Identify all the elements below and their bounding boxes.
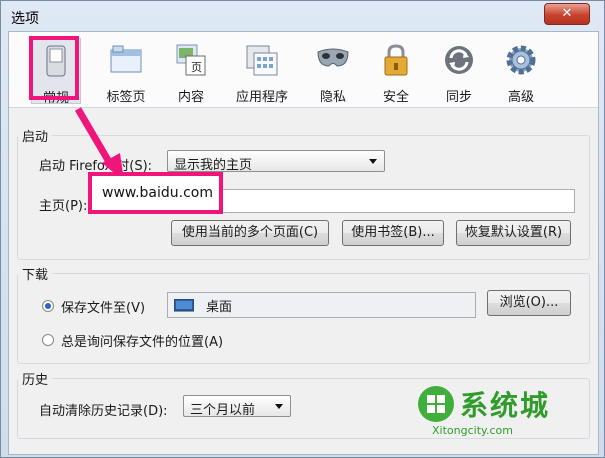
sync-icon (445, 46, 473, 74)
tab-label: 标签页 (106, 90, 146, 105)
startup-when-value: 显示我的主页 (174, 158, 253, 173)
history-clear-label: 自动清除历史记录(D): (39, 404, 168, 419)
always-ask-radio[interactable] (42, 334, 54, 346)
padlock-icon (384, 44, 408, 76)
general-tab-highlight (29, 36, 79, 100)
tab-content[interactable]: 页 内容 (163, 38, 219, 105)
history-clear-select[interactable]: 三个月以前 (183, 395, 291, 418)
watermark-text: 系统城 (460, 389, 551, 422)
gear-icon (506, 45, 536, 75)
mask-icon (317, 48, 349, 67)
watermark-url: Xitongcity.com (432, 424, 513, 437)
use-bookmark-button[interactable]: 使用书签(B)... (342, 220, 444, 246)
title-bar: 选项 ✕ (1, 1, 604, 31)
save-to-label: 保存文件至(V) (61, 301, 146, 316)
chevron-down-icon (369, 159, 377, 164)
tabs-icon (110, 45, 142, 73)
content-page-icon: 页 (176, 44, 206, 76)
download-folder-field: 桌面 (167, 292, 476, 318)
applications-icon (246, 45, 278, 76)
tab-label: 隐私 (319, 90, 346, 105)
use-current-pages-button[interactable]: 使用当前的多个页面(C) (171, 220, 329, 246)
home-page-callout: www.baidu.com (88, 172, 223, 214)
tab-sync[interactable]: 同步 (433, 38, 485, 105)
watermark: 系统城 Xitongcity.com (412, 382, 592, 442)
tab-label: 高级 (507, 90, 534, 105)
chevron-down-icon (275, 404, 283, 409)
tab-label: 应用程序 (235, 90, 288, 105)
download-folder-value: 桌面 (206, 300, 233, 315)
downloads-legend: 下载 (22, 268, 49, 283)
tab-label: 内容 (177, 90, 204, 105)
browse-button[interactable]: 浏览(O)... (487, 290, 571, 316)
save-to-radio[interactable] (42, 300, 54, 312)
home-label: 主页(P): (39, 199, 88, 214)
desktop-icon (174, 299, 194, 312)
windows-logo-icon (418, 386, 454, 422)
tab-label: 同步 (445, 90, 472, 105)
always-ask-label: 总是询问保存文件的位置(A) (61, 335, 224, 350)
startup-legend: 启动 (22, 130, 49, 145)
window-title: 选项 (11, 11, 39, 27)
history-clear-value: 三个月以前 (190, 403, 256, 418)
tab-security[interactable]: 安全 (371, 38, 421, 105)
history-legend: 历史 (22, 373, 49, 388)
tab-privacy[interactable]: 隐私 (307, 38, 359, 105)
close-button[interactable]: ✕ (544, 3, 590, 25)
tab-tabs[interactable]: 标签页 (93, 38, 159, 105)
restore-default-button[interactable]: 恢复默认设置(R) (456, 220, 571, 246)
home-page-value: www.baidu.com (102, 185, 213, 201)
tab-label: 安全 (382, 90, 409, 105)
svg-text:页: 页 (191, 61, 202, 74)
startup-when-select[interactable]: 显示我的主页 (167, 150, 385, 173)
category-toolbar: 常规 标签页 页 内容 应用程序 隐私 安全 同步 高级 (9, 32, 598, 108)
tab-advanced[interactable]: 高级 (495, 38, 547, 105)
tab-applications[interactable]: 应用程序 (225, 38, 299, 105)
